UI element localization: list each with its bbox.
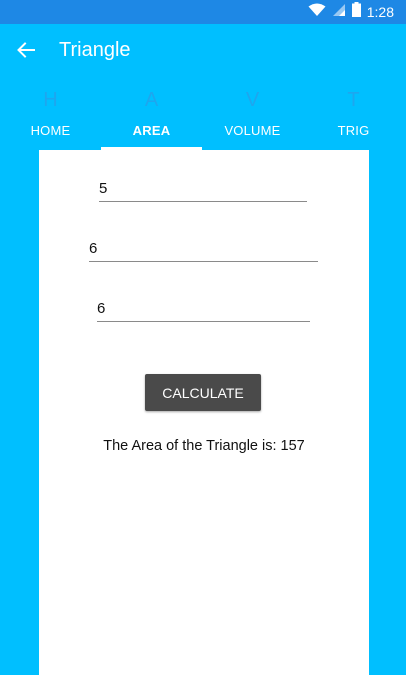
tab-area-glyph: A <box>144 89 159 111</box>
wifi-icon <box>308 3 326 22</box>
side-c-field[interactable] <box>97 288 310 322</box>
area-form-panel: CALCULATE The Area of the Triangle is: 1… <box>39 150 369 675</box>
tab-volume-glyph: V <box>245 89 260 111</box>
battery-icon <box>351 2 361 22</box>
side-a-input[interactable] <box>99 168 307 201</box>
status-time: 1:28 <box>366 4 394 20</box>
back-button[interactable] <box>12 38 40 66</box>
tab-bar: H HOME A AREA V VOLUME T TRIG <box>0 80 406 150</box>
tab-trig-glyph: T <box>347 89 360 111</box>
tab-area-label: AREA <box>132 123 171 138</box>
tab-home-glyph: H <box>43 89 58 111</box>
status-icons: 1:28 <box>308 2 394 22</box>
page-title: Triangle <box>59 39 131 61</box>
signal-icon <box>332 3 346 22</box>
tab-volume-label: VOLUME <box>224 123 281 138</box>
result-text: The Area of the Triangle is: 157 <box>103 438 305 454</box>
tab-home-label: HOME <box>30 123 71 138</box>
side-a-field[interactable] <box>99 168 307 202</box>
tab-trig[interactable]: T TRIG <box>303 80 404 150</box>
arrow-left-icon <box>17 41 35 63</box>
calculate-button[interactable]: CALCULATE <box>145 374 261 411</box>
status-bar: 1:28 <box>0 0 406 24</box>
tab-area[interactable]: A AREA <box>101 80 202 150</box>
side-b-input[interactable] <box>89 228 318 261</box>
tab-home[interactable]: H HOME <box>0 80 101 150</box>
side-b-field[interactable] <box>89 228 318 262</box>
side-c-input[interactable] <box>97 288 310 321</box>
tab-volume[interactable]: V VOLUME <box>202 80 303 150</box>
tab-trig-label: TRIG <box>337 123 370 138</box>
app-bar: Triangle <box>0 24 406 80</box>
